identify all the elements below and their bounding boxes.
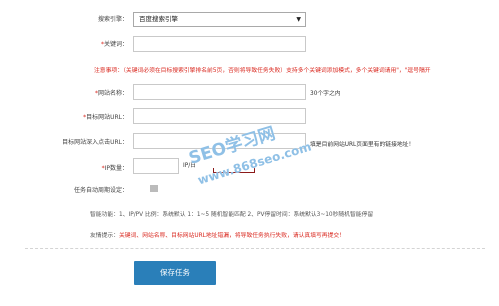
tip-row: 友情提示：关键词、网站名称、目标网站URL地址错漏，将导致任务执行失败，请认真填… — [90, 232, 345, 240]
notice-row: 注意事项：（关键词必须在目标搜索引擎排名前5页，否则将导致任务失败）支持多个关键… — [94, 67, 431, 75]
keyword-label: *关键词： — [100, 41, 128, 48]
smart-text: 1、IP/PV 比例：系统默认 1：1~5 随机智能匹配 2、PV停留时间：系统… — [119, 212, 374, 218]
keyword-input[interactable] — [133, 36, 306, 52]
ip-label: *IP数量： — [101, 165, 128, 172]
engine-select[interactable]: 百度搜索引擎 ▼ — [133, 12, 306, 27]
tip-label: 友情提示： — [90, 233, 119, 239]
divider — [25, 248, 485, 249]
chevron-down-icon: ▼ — [296, 16, 301, 23]
site-url-label: *目标网站URL： — [83, 114, 128, 121]
save-task-button[interactable]: 保存任务 — [134, 261, 216, 285]
site-name-hint: 30个字之内 — [310, 91, 341, 97]
deep-url-label: 目标网站深入点击URL： — [62, 139, 128, 146]
smart-row: 智能功能：1、IP/PV 比例：系统默认 1：1~5 随机智能匹配 2、PV停留… — [90, 211, 373, 219]
period-label: 任务自动周期设定： — [73, 187, 128, 194]
calendar-icon[interactable] — [150, 185, 158, 192]
tip-text: 关键词、网站名称、目标网站URL地址错漏，将导致任务执行失败，请认真填写再提交！ — [119, 233, 345, 239]
smart-label: 智能功能： — [90, 212, 119, 218]
notice-text: （关键词必须在目标搜索引擎排名前5页，否则将导致任务失败）支持多个关键词添加模式… — [123, 68, 431, 74]
deep-url-hint: 填是目前网站URL页面里有的链接地址！ — [310, 142, 415, 148]
site-url-input[interactable] — [133, 108, 306, 124]
ip-input[interactable] — [133, 158, 179, 174]
engine-label: 搜索引擎： — [97, 16, 128, 23]
engine-select-value: 百度搜索引擎 — [139, 15, 178, 23]
notice-label: 注意事项： — [94, 68, 123, 74]
site-name-input[interactable] — [133, 84, 306, 100]
site-name-label: *网站名称： — [94, 90, 128, 97]
